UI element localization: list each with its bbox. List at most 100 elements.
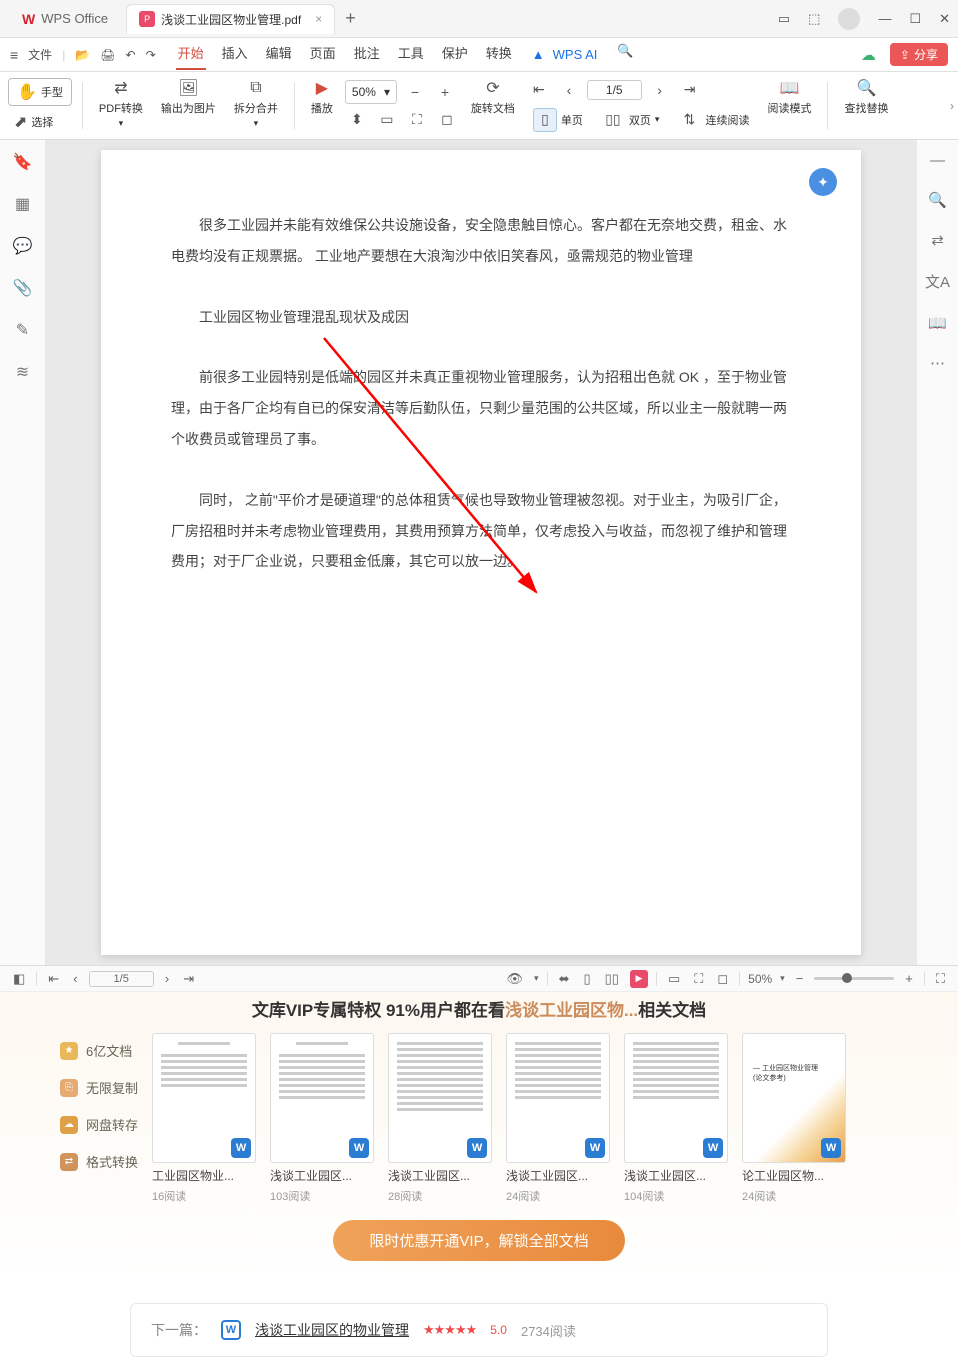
doc-card[interactable]: W浅谈工业园区...103阅读 bbox=[270, 1033, 374, 1204]
zoom-in-icon[interactable]: + bbox=[902, 971, 916, 986]
wps-ai-button[interactable]: ▲WPS AI bbox=[528, 39, 602, 70]
bookmark-icon[interactable]: 🔖 bbox=[13, 152, 33, 172]
pdf-convert-button[interactable]: ⇄PDF转换▾ bbox=[93, 76, 149, 135]
next-page-icon[interactable]: › bbox=[162, 971, 172, 986]
fullscreen-icon[interactable]: ⛶ bbox=[933, 971, 948, 987]
single-page-button[interactable]: ▯单页 bbox=[527, 106, 589, 134]
transform-icon[interactable]: ⇄ bbox=[931, 231, 944, 249]
page-number-input[interactable]: 1/5 bbox=[587, 80, 642, 100]
search-icon[interactable]: 🔍 bbox=[615, 39, 635, 70]
tab-insert[interactable]: 插入 bbox=[220, 39, 250, 70]
find-replace-button[interactable]: 🔍查找替换 bbox=[838, 76, 894, 135]
crop-icon[interactable]: ⛶ bbox=[405, 108, 429, 132]
split-merge-button[interactable]: ⧉拆分合并▾ bbox=[228, 76, 284, 135]
reader-icon[interactable]: 📖 bbox=[928, 314, 947, 332]
last-page-icon[interactable]: ⇥ bbox=[678, 78, 702, 102]
search-panel-icon[interactable]: 🔍 bbox=[928, 191, 947, 209]
double-view-icon[interactable]: ▯▯ bbox=[602, 971, 622, 987]
zoom-out-icon[interactable]: − bbox=[403, 80, 427, 104]
tab-page[interactable]: 页面 bbox=[308, 39, 338, 70]
vip-cta-button[interactable]: 限时优惠开通VIP，解锁全部文档 bbox=[333, 1220, 624, 1261]
double-page-button[interactable]: ▯▯双页▾ bbox=[595, 106, 666, 134]
slideshow-icon[interactable]: ▶ bbox=[630, 970, 648, 988]
doc-card[interactable]: W浅谈工业园区...104阅读 bbox=[624, 1033, 728, 1204]
edit-icon[interactable]: ✎ bbox=[16, 320, 29, 340]
avatar-icon[interactable] bbox=[838, 8, 860, 30]
zoom-out-icon[interactable]: − bbox=[793, 971, 807, 986]
rotate-button[interactable]: ⟳旋转文档 bbox=[465, 76, 521, 135]
thumbnail-icon[interactable]: ▦ bbox=[15, 194, 30, 214]
doc-card[interactable]: — 工业园区物业管理(论文参考)W论工业园区物...24阅读 bbox=[742, 1033, 846, 1204]
layout3-icon[interactable]: ◻ bbox=[714, 971, 731, 987]
ai-badge-icon[interactable]: ✦ bbox=[809, 168, 837, 196]
zoom-combo[interactable]: 50%▾ bbox=[345, 80, 397, 104]
document-area[interactable]: ✦ 很多工业园并未能有效维保公共设施设备，安全隐患触目惊心。客户都在无奈地交费，… bbox=[46, 140, 916, 965]
tab-annotate[interactable]: 批注 bbox=[352, 39, 382, 70]
actual-size-icon[interactable]: ◻ bbox=[435, 108, 459, 132]
page-number-display[interactable]: 1/5 bbox=[89, 971, 154, 987]
minus-icon[interactable]: — bbox=[930, 152, 945, 169]
book-view-button[interactable]: 📖阅读模式 bbox=[761, 76, 817, 135]
next-article[interactable]: 下一篇： W 浅谈工业园区的物业管理 ★★★★★ 5.0 2734阅读 bbox=[130, 1303, 828, 1357]
left-sidebar: 🔖 ▦ 💬 📎 ✎ ≋ bbox=[0, 140, 46, 965]
redo-icon[interactable]: ↷ bbox=[146, 48, 156, 62]
prev-page-icon[interactable]: ‹ bbox=[70, 971, 80, 986]
close-tab-icon[interactable]: × bbox=[315, 12, 322, 26]
open-icon[interactable]: 📂 bbox=[75, 48, 90, 62]
play-button[interactable]: ▶播放 bbox=[305, 76, 339, 135]
panel-toggle-icon[interactable]: ◧ bbox=[10, 971, 28, 987]
tab-protect[interactable]: 保护 bbox=[440, 39, 470, 70]
app-name: WPS Office bbox=[41, 11, 108, 26]
export-image-button[interactable]: 🖼输出为图片 bbox=[155, 76, 222, 135]
tab-convert[interactable]: 转换 bbox=[484, 39, 514, 70]
fit-width-icon[interactable]: ⬍ bbox=[345, 108, 369, 132]
tab-start[interactable]: 开始 bbox=[176, 39, 206, 70]
more-icon[interactable]: ⋯ bbox=[930, 354, 945, 372]
comment-icon[interactable]: 💬 bbox=[13, 236, 33, 256]
cube-icon[interactable]: ⬚ bbox=[808, 11, 820, 27]
tab-edit[interactable]: 编辑 bbox=[264, 39, 294, 70]
last-page-icon[interactable]: ⇥ bbox=[180, 971, 197, 987]
layers-icon[interactable]: ≋ bbox=[16, 362, 29, 382]
layout1-icon[interactable]: ▭ bbox=[665, 971, 683, 987]
close-window-icon[interactable]: ✕ bbox=[939, 11, 950, 27]
new-tab-button[interactable]: + bbox=[345, 8, 356, 29]
hamburger-icon[interactable]: ≡ bbox=[10, 47, 18, 63]
crown-icon: ★ bbox=[60, 1042, 78, 1060]
app-tab[interactable]: W WPS Office bbox=[8, 5, 122, 33]
eye-icon[interactable]: 👁 bbox=[504, 971, 527, 987]
cloud-sync-icon[interactable]: ☁ bbox=[861, 46, 876, 64]
first-page-icon[interactable]: ⇤ bbox=[527, 78, 551, 102]
toolbar-expand-icon[interactable]: › bbox=[950, 99, 954, 113]
document-tab[interactable]: P 浅谈工业园区物业管理.pdf × bbox=[126, 4, 335, 34]
print-icon[interactable]: 🖨 bbox=[100, 48, 115, 62]
hand-tool-button[interactable]: ✋手型 bbox=[8, 78, 72, 106]
next-page-icon[interactable]: › bbox=[648, 78, 672, 102]
next-title[interactable]: 浅谈工业园区的物业管理 bbox=[255, 1320, 409, 1340]
layout-icon[interactable]: ▭ bbox=[778, 11, 790, 27]
layout2-icon[interactable]: ⛶ bbox=[691, 971, 706, 987]
doc-card[interactable]: W浅谈工业园区...28阅读 bbox=[388, 1033, 492, 1204]
single-view-icon[interactable]: ▯ bbox=[580, 971, 593, 987]
zoom-in-icon[interactable]: + bbox=[433, 80, 457, 104]
select-tool-button[interactable]: ⬈选择 bbox=[8, 110, 72, 134]
file-menu[interactable]: 文件 bbox=[28, 46, 52, 63]
translate-icon[interactable]: 文A bbox=[925, 271, 950, 292]
fit-page-icon[interactable]: ▭ bbox=[375, 108, 399, 132]
minimize-icon[interactable]: — bbox=[878, 11, 891, 26]
undo-icon[interactable]: ↶ bbox=[126, 48, 136, 62]
tab-tools[interactable]: 工具 bbox=[396, 39, 426, 70]
image-export-icon: 🖼 bbox=[178, 78, 198, 98]
fit-width-icon[interactable]: ⬌ bbox=[556, 971, 573, 987]
prev-page-icon[interactable]: ‹ bbox=[557, 78, 581, 102]
share-button[interactable]: ⇪ 分享 bbox=[890, 43, 948, 66]
maximize-icon[interactable]: ☐ bbox=[909, 11, 921, 27]
doc-card[interactable]: W工业园区物业...16阅读 bbox=[152, 1033, 256, 1204]
zoom-level[interactable]: 50% bbox=[748, 972, 772, 986]
attachment-icon[interactable]: 📎 bbox=[13, 278, 33, 298]
double-page-icon: ▯▯ bbox=[601, 108, 625, 132]
doc-card[interactable]: W浅谈工业园区...24阅读 bbox=[506, 1033, 610, 1204]
continuous-button[interactable]: ⇅连续阅读 bbox=[671, 106, 755, 134]
first-page-icon[interactable]: ⇤ bbox=[45, 971, 62, 987]
zoom-slider[interactable] bbox=[814, 977, 894, 980]
